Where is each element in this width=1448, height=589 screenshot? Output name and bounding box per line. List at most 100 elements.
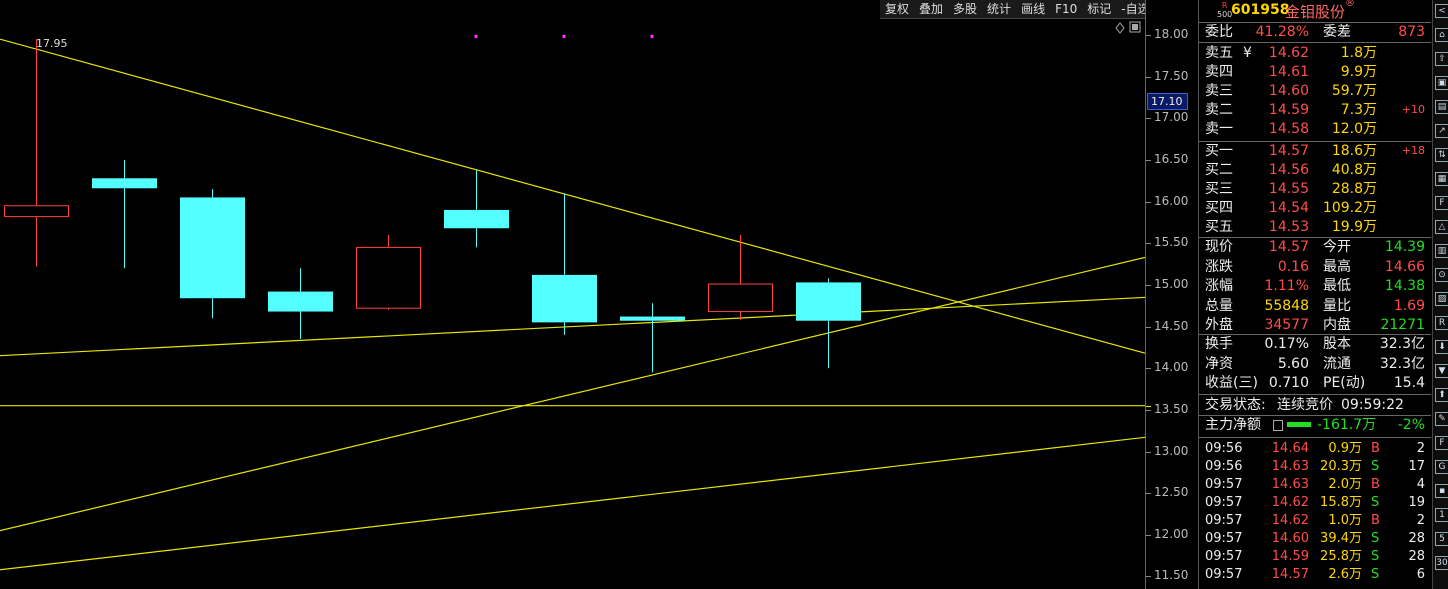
axis-tick-mark: [1146, 451, 1151, 453]
stock-name: 金钼股份: [1285, 3, 1346, 21]
quote-label: 内盘: [1323, 317, 1351, 333]
axis-tick-mark: [1146, 201, 1151, 203]
quote-row: 涨跌 0.16 最高 14.66: [1199, 258, 1431, 276]
bid-level-row[interactable]: 买二 14.56 40.8 万: [1199, 161, 1431, 179]
toolbar-side-icon[interactable]: ⌂: [1435, 28, 1448, 42]
ask-level-label: 卖二: [1205, 102, 1233, 118]
toolbar-button[interactable]: 画线: [1016, 0, 1050, 18]
toolbar-button[interactable]: 统计: [982, 0, 1016, 18]
ask-level-row[interactable]: 卖五 ¥14.62 1.8 万: [1199, 44, 1431, 62]
tick-row: 09:57 14.63 2.0 万 B 4: [1199, 476, 1431, 494]
axis-tick-mark: [1146, 534, 1151, 536]
candle[interactable]: [92, 159, 157, 269]
toolbar-button[interactable]: F10: [1050, 0, 1082, 18]
ask-level-row[interactable]: 卖二 14.59 7.3 万 +10: [1199, 101, 1431, 119]
chart-corner-icons[interactable]: [1115, 21, 1141, 34]
kline-chart[interactable]: 17.95: [0, 0, 1145, 589]
toolbar-side-icon[interactable]: G: [1435, 460, 1448, 474]
axis-tick-label: 16.00: [1154, 193, 1189, 208]
ask-level-row[interactable]: 卖四 14.61 9.9 万: [1199, 63, 1431, 81]
toolbar-side-icon[interactable]: F: [1435, 196, 1448, 210]
toolbar-side-icon[interactable]: 1: [1435, 508, 1448, 522]
ask-level-row[interactable]: 卖一 14.58 12.0 万: [1199, 120, 1431, 138]
bid-volume: 109.2: [1322, 200, 1363, 216]
axis-tick-mark: [1146, 493, 1151, 495]
toolbar-side-icon[interactable]: ▥: [1435, 244, 1448, 258]
quote-row: 外盘 34577 内盘 21271: [1199, 316, 1431, 334]
toolbar-button[interactable]: 标记: [1082, 0, 1116, 18]
tick-price: 14.63: [1271, 459, 1309, 474]
toolbar-side-icon[interactable]: ✎: [1435, 412, 1448, 426]
quote-label: 外盘: [1205, 317, 1233, 333]
tick-count: 28: [1408, 549, 1425, 564]
list-icon[interactable]: [1273, 420, 1283, 431]
toolbar-side-icon[interactable]: ⇅: [1435, 148, 1448, 162]
toolbar-button[interactable]: 叠加: [914, 0, 948, 18]
candle[interactable]: [268, 268, 333, 340]
toolbar-side-icon[interactable]: ⇧: [1435, 52, 1448, 66]
trend-line[interactable]: [0, 436, 1145, 571]
axis-tick-mark: [1146, 368, 1151, 370]
toolbar-side-icon[interactable]: ⬆: [1435, 388, 1448, 402]
toolbar-side-icon[interactable]: ▪: [1435, 484, 1448, 498]
toolbar-side-icon[interactable]: F: [1435, 436, 1448, 450]
bid-level-label: 买五: [1205, 219, 1233, 235]
tick-row: 09:57 14.62 1.0 万 B 2: [1199, 512, 1431, 530]
tick-count: 6: [1416, 567, 1425, 582]
quote-panel: R 500 601958 金钼股份 ® 委比 41.28% 委差 873 卖五 ¥14.62 1.8 万…: [1198, 0, 1431, 589]
quote-label: 总量: [1205, 297, 1233, 314]
candle[interactable]: [532, 193, 597, 335]
axis-tick-mark: [1146, 76, 1151, 78]
volume-unit: 万: [1363, 200, 1377, 216]
tick-price: 14.62: [1271, 495, 1309, 510]
event-marker[interactable]: [562, 35, 566, 38]
quote-label: 最低: [1323, 278, 1351, 294]
volume-unit: 万: [1349, 531, 1363, 546]
candle[interactable]: [620, 303, 685, 373]
badge-top: R: [1221, 1, 1228, 10]
quote-value: 14.57: [1268, 239, 1309, 255]
toolbar-side-icon[interactable]: ▦: [1435, 172, 1448, 186]
toolbar-side-icon[interactable]: ⬇: [1435, 340, 1448, 354]
toolbar-side-icon[interactable]: ▼: [1435, 364, 1448, 378]
toolbar-side-icon[interactable]: ↗: [1435, 124, 1448, 138]
fund-label: PE(动): [1323, 375, 1366, 391]
toolbar-side-icon[interactable]: 5: [1435, 532, 1448, 546]
toolbar-button[interactable]: 复权: [880, 0, 914, 18]
candle[interactable]: [796, 278, 861, 369]
side-icon-bar: < ⌂ ⇧ ▣ ▤ ↗ ⇅ ▦ F △ ▥ ⊙ ▨ R ⬇ ▼ ⬆ ✎ F G ▪ 1 5 30: [1432, 0, 1448, 589]
candle[interactable]: [356, 234, 421, 310]
bid-level-row[interactable]: 买三 14.55 28.8 万: [1199, 180, 1431, 198]
candle[interactable]: [444, 169, 509, 248]
toolbar-button[interactable]: 多股: [948, 0, 982, 18]
toolbar-side-icon[interactable]: ⊙: [1435, 268, 1448, 282]
event-marker[interactable]: [474, 35, 478, 38]
candle[interactable]: [180, 189, 245, 319]
axis-tick-mark: [1146, 243, 1151, 245]
bid-level-row[interactable]: 买五 14.53 19.9 万: [1199, 218, 1431, 236]
toolbar-side-icon[interactable]: ▣: [1435, 76, 1448, 90]
candle[interactable]: [708, 234, 773, 320]
ask-level-row[interactable]: 卖三 14.60 59.7 万: [1199, 82, 1431, 100]
toolbar-side-icon[interactable]: △: [1435, 220, 1448, 234]
volume-unit: 万: [1363, 219, 1377, 235]
ask-volume: 1.8: [1340, 45, 1363, 61]
toolbar-side-icon[interactable]: R: [1435, 316, 1448, 330]
stock-header[interactable]: R 500 601958 金钼股份 ®: [1199, 0, 1431, 22]
quote-label: 今开: [1323, 239, 1351, 255]
fund-value: 32.3亿: [1379, 336, 1425, 352]
toolbar-side-icon[interactable]: ▨: [1435, 292, 1448, 306]
quote-label: 最高: [1323, 258, 1351, 275]
event-marker[interactable]: [650, 35, 654, 38]
volume-unit: 万: [1349, 441, 1363, 456]
main-flow-row[interactable]: 主力净额 -161.7万 -2%: [1199, 416, 1431, 434]
toolbar-side-icon[interactable]: 30: [1435, 556, 1448, 570]
candle[interactable]: [4, 39, 69, 267]
market-badge: R 500: [1217, 1, 1232, 19]
toolbar-side-icon[interactable]: <: [1435, 4, 1448, 18]
tick-side: B: [1371, 477, 1380, 492]
ask-price: 14.61: [1268, 64, 1309, 80]
bid-level-row[interactable]: 买四 14.54 109.2 万: [1199, 199, 1431, 217]
toolbar-side-icon[interactable]: ▤: [1435, 100, 1448, 114]
bid-level-row[interactable]: 买一 14.57 18.6 万 +18: [1199, 142, 1431, 160]
